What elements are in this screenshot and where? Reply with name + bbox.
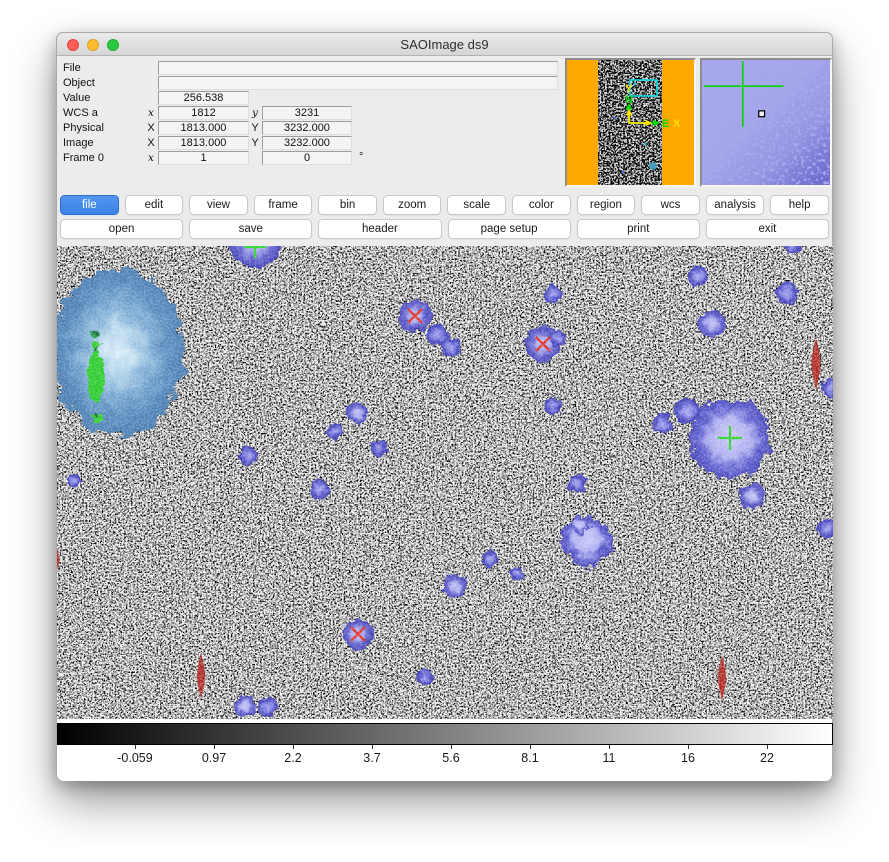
wcs-x-field[interactable]: 1812 xyxy=(158,106,249,120)
frame-row: Frame 0 x 1 0 ° xyxy=(57,151,567,165)
file-label: File xyxy=(63,62,81,74)
panner-axis-x-label: X xyxy=(673,118,681,130)
physical-x-sublabel: X xyxy=(145,122,157,134)
open-button[interactable]: open xyxy=(60,219,183,239)
wcs-y-field[interactable]: 3231 xyxy=(262,106,352,120)
colorbar-tick-label: 3.7 xyxy=(337,751,407,765)
physical-y-sublabel: Y xyxy=(249,122,261,134)
image-y-field[interactable]: 3232.000 xyxy=(262,136,352,150)
info-panel: File Object Value 256.538 WCS a x 1812 y… xyxy=(57,56,832,191)
colorbar-tick xyxy=(214,745,215,749)
noise-overlay xyxy=(57,246,833,719)
colorbar-tick-label: 22 xyxy=(732,751,802,765)
file-row: File xyxy=(57,61,567,75)
save-button[interactable]: save xyxy=(189,219,312,239)
frame-zoom-sublabel: x xyxy=(145,152,157,164)
object-field[interactable] xyxy=(158,76,558,90)
menu-button-file[interactable]: file xyxy=(60,195,119,215)
menu-button-edit[interactable]: edit xyxy=(125,195,184,215)
value-label: Value xyxy=(63,92,90,104)
colorbar-tick-label: 11 xyxy=(574,751,644,765)
physical-y-field[interactable]: 3232.000 xyxy=(262,121,352,135)
ds9-window: SAOImage ds9 File Object Value 256.538 W… xyxy=(56,32,833,780)
colorbar-tick-label: 8.1 xyxy=(495,751,565,765)
colorbar-tick xyxy=(451,745,452,749)
window-title: SAOImage ds9 xyxy=(57,37,832,52)
file-field[interactable] xyxy=(158,61,558,75)
panner-compass-n-label: N xyxy=(625,94,633,106)
page-setup-button[interactable]: page setup xyxy=(448,219,571,239)
object-row: Object xyxy=(57,76,567,90)
object-label: Object xyxy=(63,77,95,89)
wcs-y-sublabel: y xyxy=(249,107,261,119)
menu-button-scale[interactable]: scale xyxy=(447,195,506,215)
menu-button-region[interactable]: region xyxy=(577,195,636,215)
frame-label: Frame 0 xyxy=(63,152,104,164)
menu-button-view[interactable]: view xyxy=(189,195,248,215)
colorbar-tick-label: 2.2 xyxy=(258,751,328,765)
colorbar-tick xyxy=(135,745,136,749)
image-y-sublabel: Y xyxy=(249,137,261,149)
print-button[interactable]: print xyxy=(577,219,700,239)
frame-rotation-field[interactable]: 0 xyxy=(262,151,352,165)
image-x-sublabel: X xyxy=(145,137,157,149)
menu-button-analysis[interactable]: analysis xyxy=(706,195,765,215)
image-display[interactable] xyxy=(57,246,833,719)
menu-button-help[interactable]: help xyxy=(770,195,829,215)
title-bar[interactable]: SAOImage ds9 xyxy=(57,33,832,56)
menu-button-bin[interactable]: bin xyxy=(318,195,377,215)
wcs-x-sublabel: x xyxy=(145,107,157,119)
colorbar-tick xyxy=(767,745,768,749)
colorbar-tick-label: 16 xyxy=(653,751,723,765)
colorbar[interactable] xyxy=(57,723,833,745)
physical-label: Physical xyxy=(63,122,104,134)
value-field[interactable]: 256.538 xyxy=(158,91,249,105)
menu-button-zoom[interactable]: zoom xyxy=(383,195,442,215)
colorbar-tick-label: 5.6 xyxy=(416,751,486,765)
image-x-field[interactable]: 1813.000 xyxy=(158,136,249,150)
frame-zoom-field[interactable]: 1 xyxy=(158,151,249,165)
degree-unit: ° xyxy=(359,151,363,163)
colorbar-tick-label: -0.059 xyxy=(100,751,170,765)
value-row: Value 256.538 xyxy=(57,91,567,105)
physical-x-field[interactable]: 1813.000 xyxy=(158,121,249,135)
file-action-bar: open save header page setup print exit xyxy=(60,219,829,239)
panner-compass-e-label: E xyxy=(662,118,669,130)
colorbar-tick xyxy=(530,745,531,749)
colorbar-tick xyxy=(688,745,689,749)
magnifier-cursor-box xyxy=(759,111,765,117)
panner[interactable]: Y N E X xyxy=(565,58,696,187)
menu-button-frame[interactable]: frame xyxy=(254,195,313,215)
menu-bar: file edit view frame bin zoom scale colo… xyxy=(60,195,829,215)
colorbar-tick-label: 0.97 xyxy=(179,751,249,765)
magnifier[interactable] xyxy=(700,58,832,187)
menu-button-wcs[interactable]: wcs xyxy=(641,195,700,215)
colorbar-tick xyxy=(293,745,294,749)
button-bars: file edit view frame bin zoom scale colo… xyxy=(57,191,832,246)
menu-button-color[interactable]: color xyxy=(512,195,571,215)
header-button[interactable]: header xyxy=(318,219,441,239)
panner-canvas[interactable]: Y N E X xyxy=(567,60,694,185)
wcs-row: WCS a x 1812 y 3231 xyxy=(57,106,567,120)
physical-row: Physical X 1813.000 Y 3232.000 xyxy=(57,121,567,135)
colorbar-tick xyxy=(372,745,373,749)
exit-button[interactable]: exit xyxy=(706,219,829,239)
image-row: Image X 1813.000 Y 3232.000 xyxy=(57,136,567,150)
image-label: Image xyxy=(63,137,94,149)
image-canvas[interactable] xyxy=(57,246,833,719)
wcs-label: WCS a xyxy=(63,107,98,119)
colorbar-section: -0.059 0.97 2.2 3.7 5.6 8.1 11 16 22 xyxy=(57,719,832,781)
colorbar-tick xyxy=(609,745,610,749)
magnifier-canvas[interactable] xyxy=(702,60,830,185)
